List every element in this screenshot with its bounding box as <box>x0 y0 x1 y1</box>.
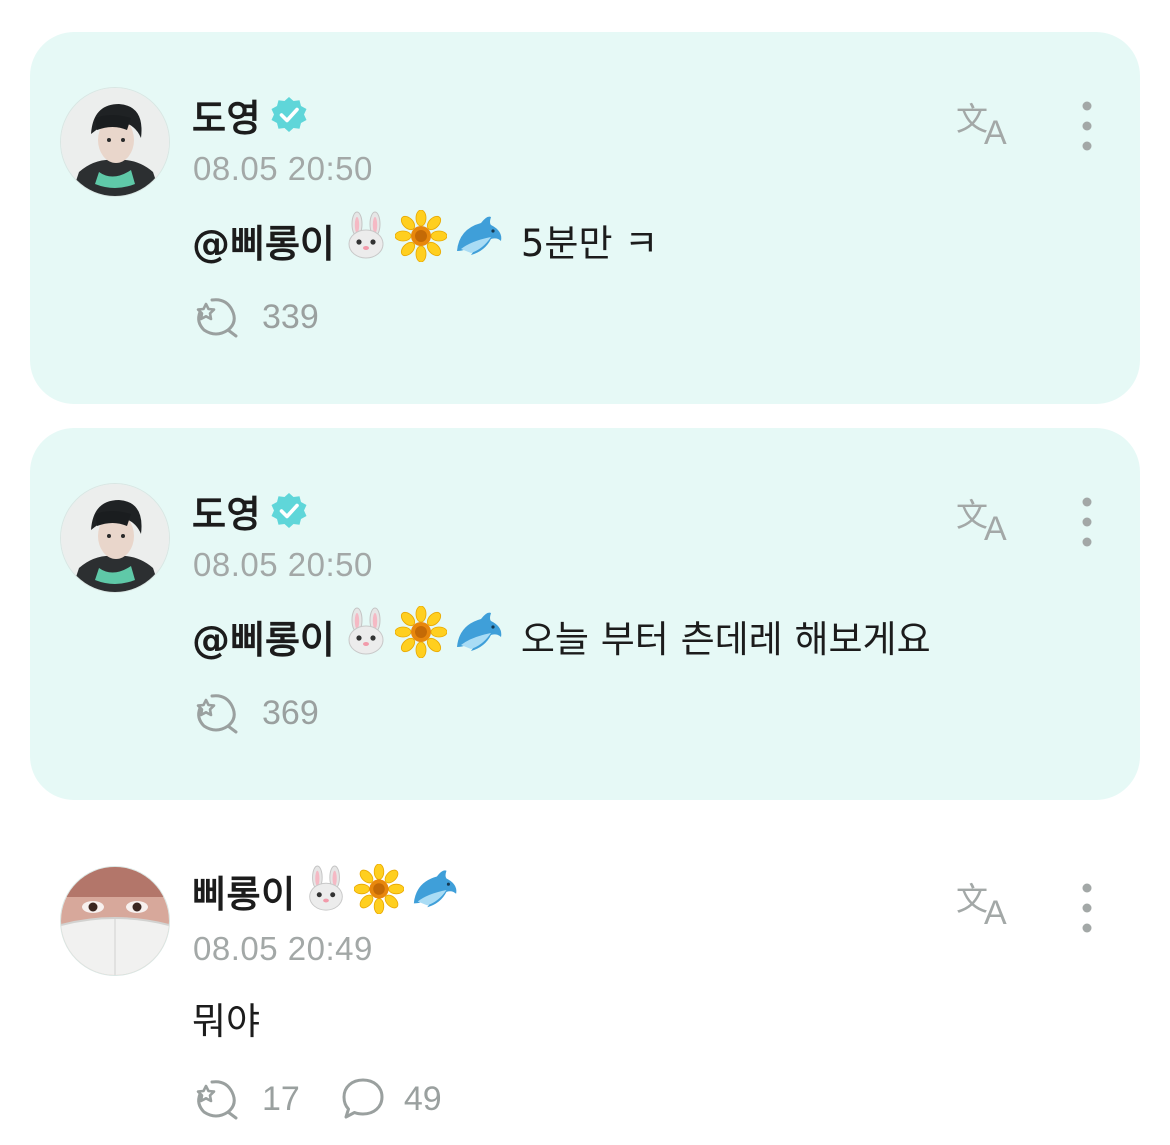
like-count: 339 <box>262 297 319 336</box>
like-icon[interactable] <box>192 1076 244 1122</box>
svg-text:A: A <box>984 510 1007 544</box>
post-message: @삐롱이 5분만 ㅋ <box>192 209 659 271</box>
more-vertical-icon[interactable] <box>1070 880 1104 936</box>
verified-badge-icon <box>271 97 307 132</box>
rabbit-face-icon <box>341 607 391 666</box>
post-card[interactable]: 도영 08.05 20:50 @삐롱이 5분만 ㅋ 339 文 A <box>30 32 1140 404</box>
translate-icon[interactable]: 文 A <box>954 492 1018 544</box>
dolphin-icon <box>451 211 505 270</box>
author-name[interactable]: 도영 <box>192 484 261 538</box>
post-timestamp: 08.05 20:49 <box>193 930 373 967</box>
avatar[interactable] <box>60 87 170 197</box>
message-text: 5분만 ㅋ <box>520 222 659 265</box>
comment-feed: 도영 08.05 20:50 @삐롱이 5분만 ㅋ 339 文 A 도영 08.… <box>0 0 1170 1145</box>
dolphin-icon <box>451 607 505 666</box>
post-message: 뭐야 <box>192 990 260 1046</box>
avatar[interactable] <box>60 866 170 976</box>
svg-text:A: A <box>984 114 1007 148</box>
like-count: 369 <box>262 693 319 732</box>
like-count: 17 <box>262 1079 300 1118</box>
mention-link[interactable]: @삐롱이 <box>192 213 335 268</box>
avatar[interactable] <box>60 483 170 593</box>
author-row: 삐롱이 <box>192 863 464 918</box>
author-name[interactable]: 삐롱이 <box>192 864 296 918</box>
like-icon[interactable] <box>192 294 244 340</box>
post-card[interactable]: 삐롱이 08.05 20:49 뭐야 17 49 文 A <box>30 812 1140 1145</box>
message-text: 뭐야 <box>192 1000 261 1043</box>
sunflower-icon <box>353 863 405 918</box>
rabbit-face-icon <box>341 211 391 270</box>
author-emojis <box>302 863 464 918</box>
author-row: 도영 <box>192 486 309 536</box>
sunflower-icon <box>394 209 448 271</box>
mention-emojis <box>341 605 509 667</box>
translate-icon[interactable]: 文 A <box>954 876 1018 928</box>
mention-emojis <box>341 209 509 271</box>
reaction-bar: 339 <box>192 294 359 340</box>
comment-icon[interactable] <box>340 1076 386 1122</box>
author-row: 도영 <box>192 90 309 140</box>
mention-link[interactable]: @삐롱이 <box>192 609 335 664</box>
comment-count: 49 <box>403 1079 442 1118</box>
post-timestamp: 08.05 20:50 <box>193 150 373 187</box>
more-vertical-icon[interactable] <box>1070 98 1104 154</box>
translate-icon[interactable]: 文 A <box>954 96 1018 148</box>
message-text: 오늘 부터 츤데레 해보게요 <box>520 618 931 661</box>
dolphin-icon <box>408 865 460 917</box>
verified-badge-icon <box>271 493 307 528</box>
post-card[interactable]: 도영 08.05 20:50 @삐롱이 오늘 부터 츤데레 해보게요 369 文… <box>30 428 1140 800</box>
more-vertical-icon[interactable] <box>1070 494 1104 550</box>
post-message: @삐롱이 오늘 부터 츤데레 해보게요 <box>192 605 931 667</box>
reaction-bar: 369 <box>192 690 359 736</box>
author-name[interactable]: 도영 <box>192 88 261 142</box>
rabbit-face-icon <box>302 865 350 917</box>
post-timestamp: 08.05 20:50 <box>193 546 373 583</box>
like-icon[interactable] <box>192 690 244 736</box>
sunflower-icon <box>394 605 448 667</box>
svg-text:A: A <box>984 894 1007 928</box>
reaction-bar: 17 49 <box>192 1076 482 1122</box>
